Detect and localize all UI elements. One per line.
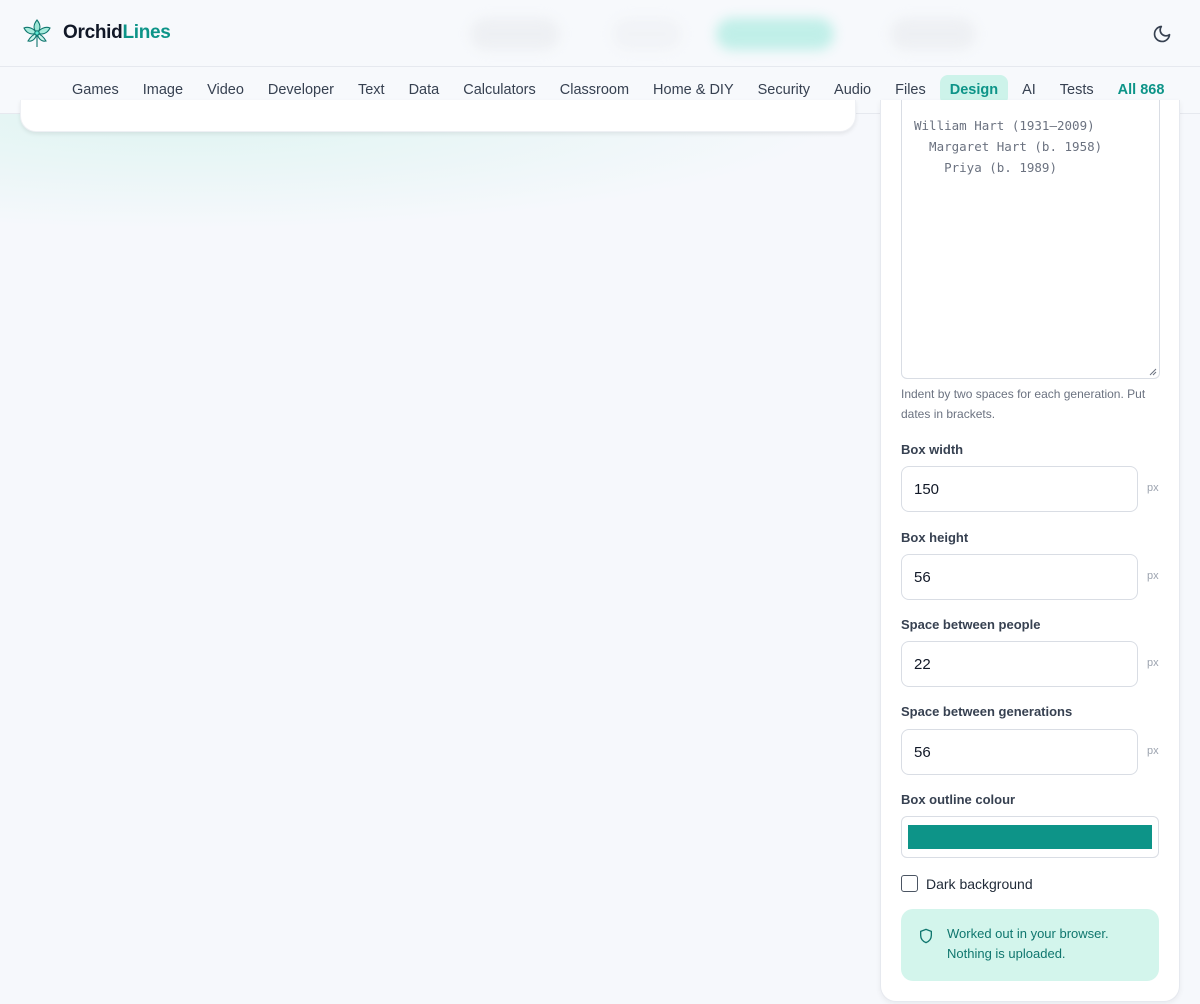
box-width-input[interactable]: 150 xyxy=(901,466,1138,512)
outline-colour-label: Box outline colour xyxy=(901,792,1016,807)
blurred-element xyxy=(890,18,976,50)
blurred-element xyxy=(612,18,682,50)
space-people-input[interactable]: 22 xyxy=(901,641,1138,687)
dark-background-checkbox[interactable] xyxy=(901,875,918,892)
privacy-notice: Worked out in your browser. Nothing is u… xyxy=(901,909,1159,981)
settings-panel: William Hart (1931–2009) Margaret Hart (… xyxy=(880,100,1180,1002)
dark-background-label: Dark background xyxy=(926,875,1033,892)
shield-icon xyxy=(920,928,932,944)
blurred-element xyxy=(470,18,560,50)
preview-card xyxy=(20,100,856,132)
space-people-label: Space between people xyxy=(901,617,1041,632)
resize-handle-icon[interactable] xyxy=(1149,368,1157,376)
tree-hint: Indent by two spaces for each generation… xyxy=(901,387,1146,421)
privacy-notice-line2: Nothing is uploaded. xyxy=(947,946,1066,961)
family-tree-text: William Hart (1931–2009) Margaret Hart (… xyxy=(914,118,1103,175)
theme-toggle-button[interactable] xyxy=(1148,20,1176,48)
blurred-element xyxy=(716,18,834,50)
brand-name-part1: Orchid xyxy=(63,22,123,43)
box-height-unit: px xyxy=(1147,570,1159,582)
box-width-unit: px xyxy=(1147,482,1159,494)
box-width-label: Box width xyxy=(901,442,964,457)
dark-background-option[interactable]: Dark background xyxy=(901,875,1033,892)
family-tree-textarea[interactable]: William Hart (1931–2009) Margaret Hart (… xyxy=(901,100,1160,379)
outline-colour-picker[interactable] xyxy=(901,816,1159,858)
outline-colour-swatch xyxy=(908,825,1152,849)
moon-icon xyxy=(1153,25,1171,43)
box-height-label: Box height xyxy=(901,530,969,545)
brand-name-part2: Lines xyxy=(122,22,171,43)
space-generations-unit: px xyxy=(1147,745,1159,757)
privacy-notice-line1: Worked out in your browser. xyxy=(947,926,1109,941)
orchid-logo-icon xyxy=(23,19,51,47)
space-generations-input[interactable]: 56 xyxy=(901,729,1138,775)
space-people-unit: px xyxy=(1147,657,1159,669)
top-header: OrchidLines xyxy=(0,0,1200,67)
box-height-input[interactable]: 56 xyxy=(901,554,1138,600)
space-generations-label: Space between generations xyxy=(901,704,1073,719)
brand-name: OrchidLines xyxy=(63,22,171,44)
logo[interactable]: OrchidLines xyxy=(21,16,171,50)
